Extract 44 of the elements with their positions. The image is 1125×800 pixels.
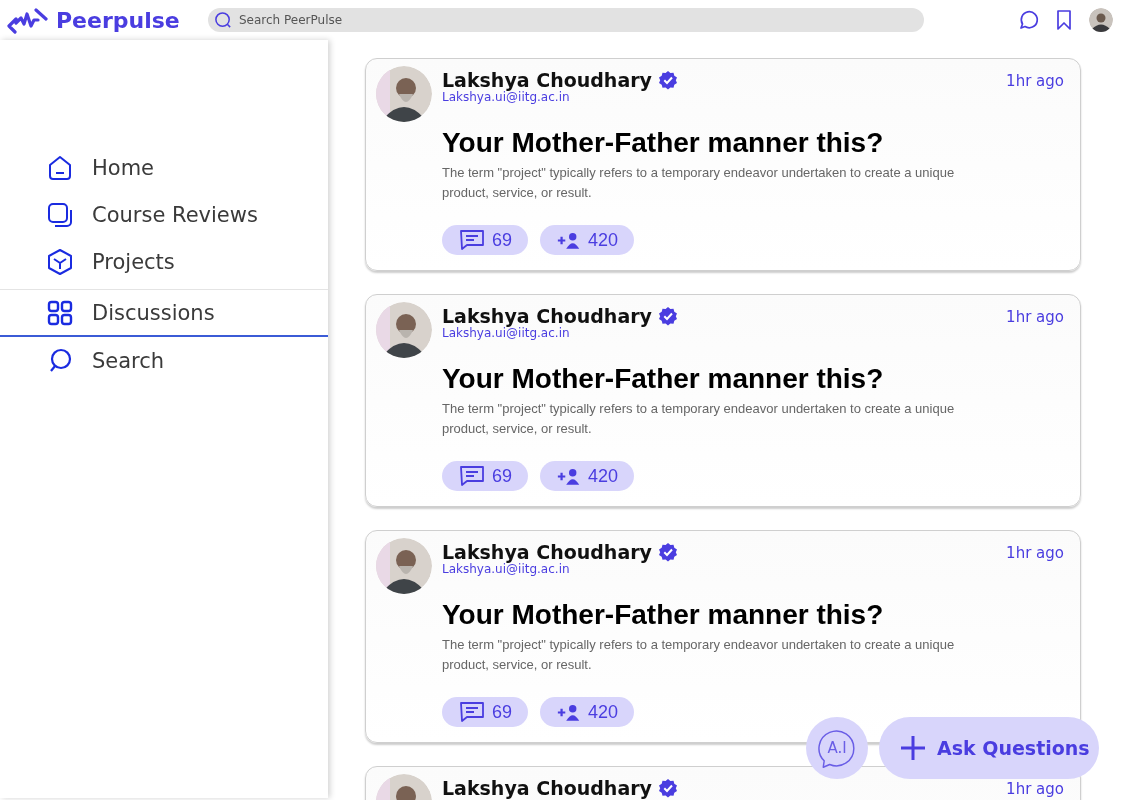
- ask-questions-button[interactable]: Ask Questions: [879, 717, 1099, 779]
- post-time: 1hr ago: [1006, 543, 1064, 562]
- avatar[interactable]: [1089, 8, 1113, 32]
- post-time: 1hr ago: [1006, 779, 1064, 798]
- avatar: [376, 302, 432, 358]
- home-icon: [46, 153, 74, 182]
- post-title[interactable]: Your Mother-Father manner this?: [442, 599, 1064, 631]
- sidebar-item[interactable]: Search: [0, 337, 328, 384]
- grid-icon: [46, 298, 74, 327]
- followers-button[interactable]: 420: [540, 697, 635, 727]
- author-name[interactable]: Lakshya Choudhary: [442, 778, 652, 798]
- avatar: [376, 538, 432, 594]
- followers-button[interactable]: 420: [540, 225, 635, 255]
- chat-icon[interactable]: [1017, 9, 1039, 31]
- stacked-squares-icon: [46, 200, 74, 229]
- post-excerpt: The term "project" typically refers to a temporary endeavor undertaken to create a unique product, service, or result.: [442, 164, 956, 202]
- comments-button[interactable]: 69: [442, 225, 529, 255]
- search-icon: [214, 10, 233, 30]
- bookmark-icon[interactable]: [1055, 9, 1073, 31]
- comment-icon: [458, 228, 486, 252]
- comment-icon: [458, 700, 486, 724]
- search-field[interactable]: Search PeerPulse: [208, 8, 924, 32]
- cube-icon: [46, 247, 74, 276]
- comments-button[interactable]: 69: [442, 461, 529, 491]
- post-title[interactable]: Your Mother-Father manner this?: [442, 127, 1064, 159]
- search-input[interactable]: Search PeerPulse: [237, 12, 918, 28]
- post-title[interactable]: Your Mother-Father manner this?: [442, 363, 1064, 395]
- comments-button[interactable]: 69: [442, 697, 529, 727]
- brand-name[interactable]: Peerpulse: [56, 7, 180, 33]
- sidebar-item[interactable]: Home: [0, 144, 328, 191]
- followers-button[interactable]: 420: [540, 461, 635, 491]
- post-card[interactable]: [365, 58, 1081, 271]
- post-time: 1hr ago: [1006, 71, 1064, 90]
- post-excerpt: The term "project" typically refers to a temporary endeavor undertaken to create a unique product, service, or result.: [442, 636, 956, 674]
- post-card[interactable]: [365, 294, 1081, 507]
- sidebar-item[interactable]: Course Reviews: [0, 191, 328, 238]
- post-time: 1hr ago: [1006, 307, 1064, 326]
- post-excerpt: The term "project" typically refers to a temporary endeavor undertaken to create a unique product, service, or result.: [442, 400, 956, 438]
- comment-icon: [458, 464, 486, 488]
- sidebar-item[interactable]: Projects: [0, 238, 328, 285]
- sidebar-item[interactable]: Discussions: [0, 289, 328, 337]
- plus-icon: [899, 734, 927, 762]
- avatar: [376, 66, 432, 122]
- logo-icon: [6, 6, 50, 34]
